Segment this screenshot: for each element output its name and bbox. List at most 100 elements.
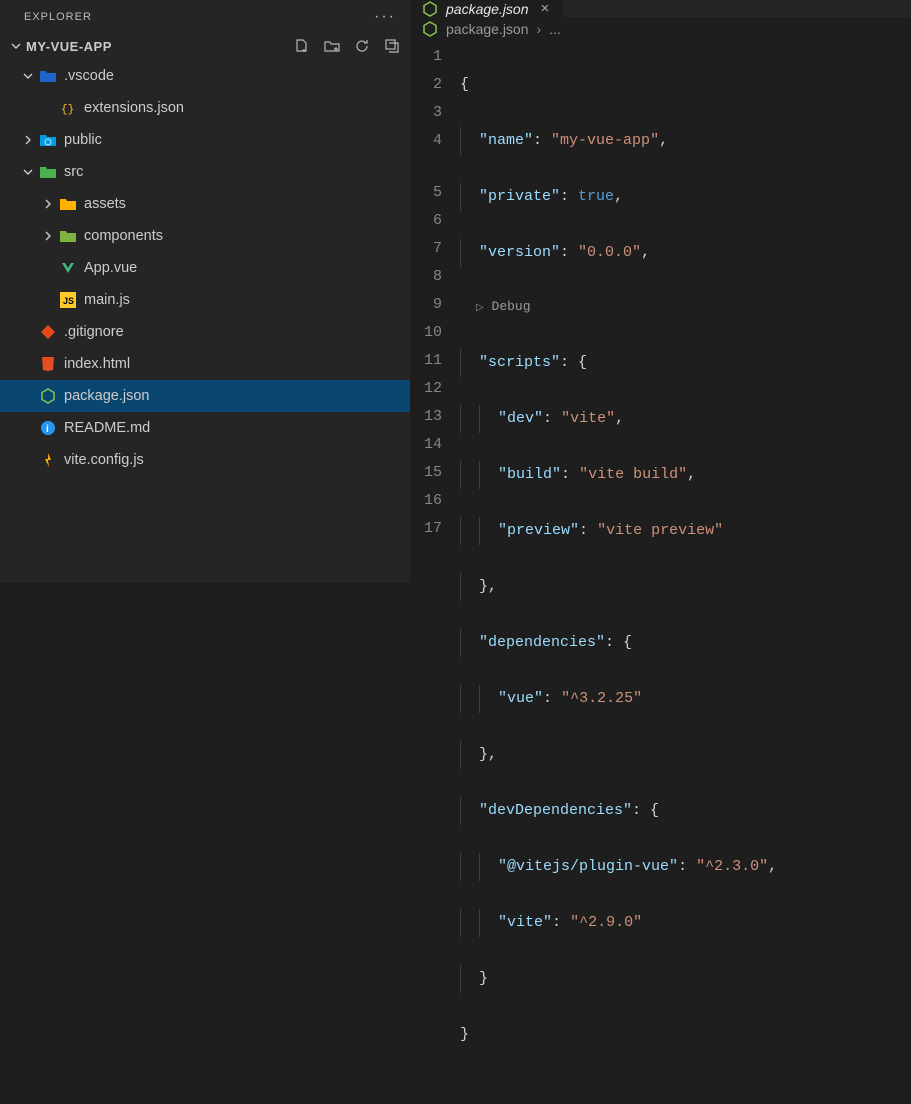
tree-label: vite.config.js (64, 452, 144, 468)
tree-file-packagejson[interactable]: package.json (0, 380, 410, 412)
folder-src-icon (38, 162, 58, 182)
html-icon (38, 354, 58, 374)
folder-vscode-icon (38, 66, 58, 86)
folder-public-icon (38, 130, 58, 150)
tree-file-mainjs[interactable]: JS main.js (0, 284, 410, 316)
line-number: 16 (410, 487, 442, 515)
code-content[interactable]: { "name": "my-vue-app", "private": true,… (460, 43, 777, 1104)
svg-text:i: i (46, 424, 49, 435)
tree-label: README.md (64, 420, 150, 436)
tree-label: package.json (64, 388, 149, 404)
line-number: 3 (410, 99, 442, 127)
line-number: 12 (410, 375, 442, 403)
line-number: 13 (410, 403, 442, 431)
line-number: 2 (410, 71, 442, 99)
tree-label: index.html (64, 356, 130, 372)
explorer-sidebar: EXPLORER ··· MY-VUE-APP .vscode {} exten… (0, 0, 410, 583)
breadcrumbs[interactable]: package.json › ... (410, 17, 911, 41)
line-number: 11 (410, 347, 442, 375)
line-number: 6 (410, 207, 442, 235)
chevron-right-icon (40, 198, 56, 210)
git-icon (38, 322, 58, 342)
json-key: "build" (498, 466, 561, 483)
tree-label: components (84, 228, 163, 244)
json-value: "my-vue-app" (551, 132, 659, 149)
line-number: 4 (410, 127, 442, 155)
chevron-down-icon (20, 166, 36, 178)
explorer-header: EXPLORER ··· (0, 0, 410, 34)
tree-file-indexhtml[interactable]: index.html (0, 348, 410, 380)
line-gutter: 1 2 3 4 5 6 7 8 9 10 11 12 13 14 15 16 1… (410, 43, 460, 1104)
tree-file-appvue[interactable]: App.vue (0, 252, 410, 284)
line-number: 5 (410, 179, 442, 207)
nodejs-icon (422, 21, 438, 37)
line-number: 14 (410, 431, 442, 459)
chevron-down-icon (8, 40, 24, 52)
tab-packagejson[interactable]: package.json × (410, 0, 563, 17)
tree-label: .gitignore (64, 324, 124, 340)
line-number: 9 (410, 291, 442, 319)
json-key: "dependencies" (479, 634, 605, 651)
line-number: 10 (410, 319, 442, 347)
line-number: 15 (410, 459, 442, 487)
json-key: "vue" (498, 690, 543, 707)
json-key: "preview" (498, 522, 579, 539)
tab-label: package.json (446, 1, 529, 17)
tree-folder-src[interactable]: src (0, 156, 410, 188)
tree-folder-components[interactable]: components (0, 220, 410, 252)
js-icon: JS (58, 290, 78, 310)
tree-file-viteconfig[interactable]: vite.config.js (0, 444, 410, 476)
editor-tabs: package.json × (410, 0, 911, 17)
new-file-icon[interactable] (294, 38, 310, 54)
chevron-right-icon (40, 230, 56, 242)
info-icon: i (38, 418, 58, 438)
json-value: true (578, 188, 614, 205)
line-number: 7 (410, 235, 442, 263)
close-icon[interactable]: × (537, 0, 554, 17)
chevron-right-icon: › (537, 21, 542, 37)
vite-icon (38, 450, 58, 470)
tree-folder-public[interactable]: public (0, 124, 410, 156)
nodejs-icon (422, 1, 438, 17)
tree-folder-vscode[interactable]: .vscode (0, 60, 410, 92)
tree-folder-assets[interactable]: assets (0, 188, 410, 220)
json-key: "name" (479, 132, 533, 149)
explorer-title: EXPLORER (24, 11, 92, 23)
folder-components-icon (58, 226, 78, 246)
json-value: "^3.2.25" (561, 690, 642, 707)
tree-file-gitignore[interactable]: .gitignore (0, 316, 410, 348)
collapse-all-icon[interactable] (384, 38, 400, 54)
breadcrumb-file: package.json (446, 21, 529, 37)
line-number: 1 (410, 43, 442, 71)
svg-text:JS: JS (63, 296, 74, 306)
json-value: "vite build" (579, 466, 687, 483)
json-value: "vite preview" (597, 522, 723, 539)
more-icon[interactable]: ··· (374, 8, 396, 26)
json-value: "^2.3.0" (696, 858, 768, 875)
json-value: "0.0.0" (578, 244, 641, 261)
vue-icon (58, 258, 78, 278)
tree-label: public (64, 132, 102, 148)
tree-file-extensions[interactable]: {} extensions.json (0, 92, 410, 124)
tree-file-readme[interactable]: i README.md (0, 412, 410, 444)
refresh-icon[interactable] (354, 38, 370, 54)
line-number: 17 (410, 515, 442, 543)
new-folder-icon[interactable] (324, 38, 340, 54)
debug-codelens[interactable]: ▷ Debug (460, 295, 777, 321)
json-key: "version" (479, 244, 560, 261)
tree-label: extensions.json (84, 100, 184, 116)
json-key: "devDependencies" (479, 802, 632, 819)
nodejs-icon (38, 386, 58, 406)
line-number: 8 (410, 263, 442, 291)
project-name: MY-VUE-APP (26, 39, 112, 54)
tree-label: src (64, 164, 83, 180)
editor-pane: package.json × package.json › ... 1 2 3 … (410, 0, 911, 583)
json-key: "private" (479, 188, 560, 205)
code-editor[interactable]: 1 2 3 4 5 6 7 8 9 10 11 12 13 14 15 16 1… (410, 41, 911, 1104)
json-key: "vite" (498, 914, 552, 931)
project-header[interactable]: MY-VUE-APP (0, 34, 410, 58)
svg-text:{}: {} (61, 104, 74, 116)
json-key: "dev" (498, 410, 543, 427)
file-tree: .vscode {} extensions.json public src as… (0, 58, 410, 478)
json-icon: {} (58, 98, 78, 118)
